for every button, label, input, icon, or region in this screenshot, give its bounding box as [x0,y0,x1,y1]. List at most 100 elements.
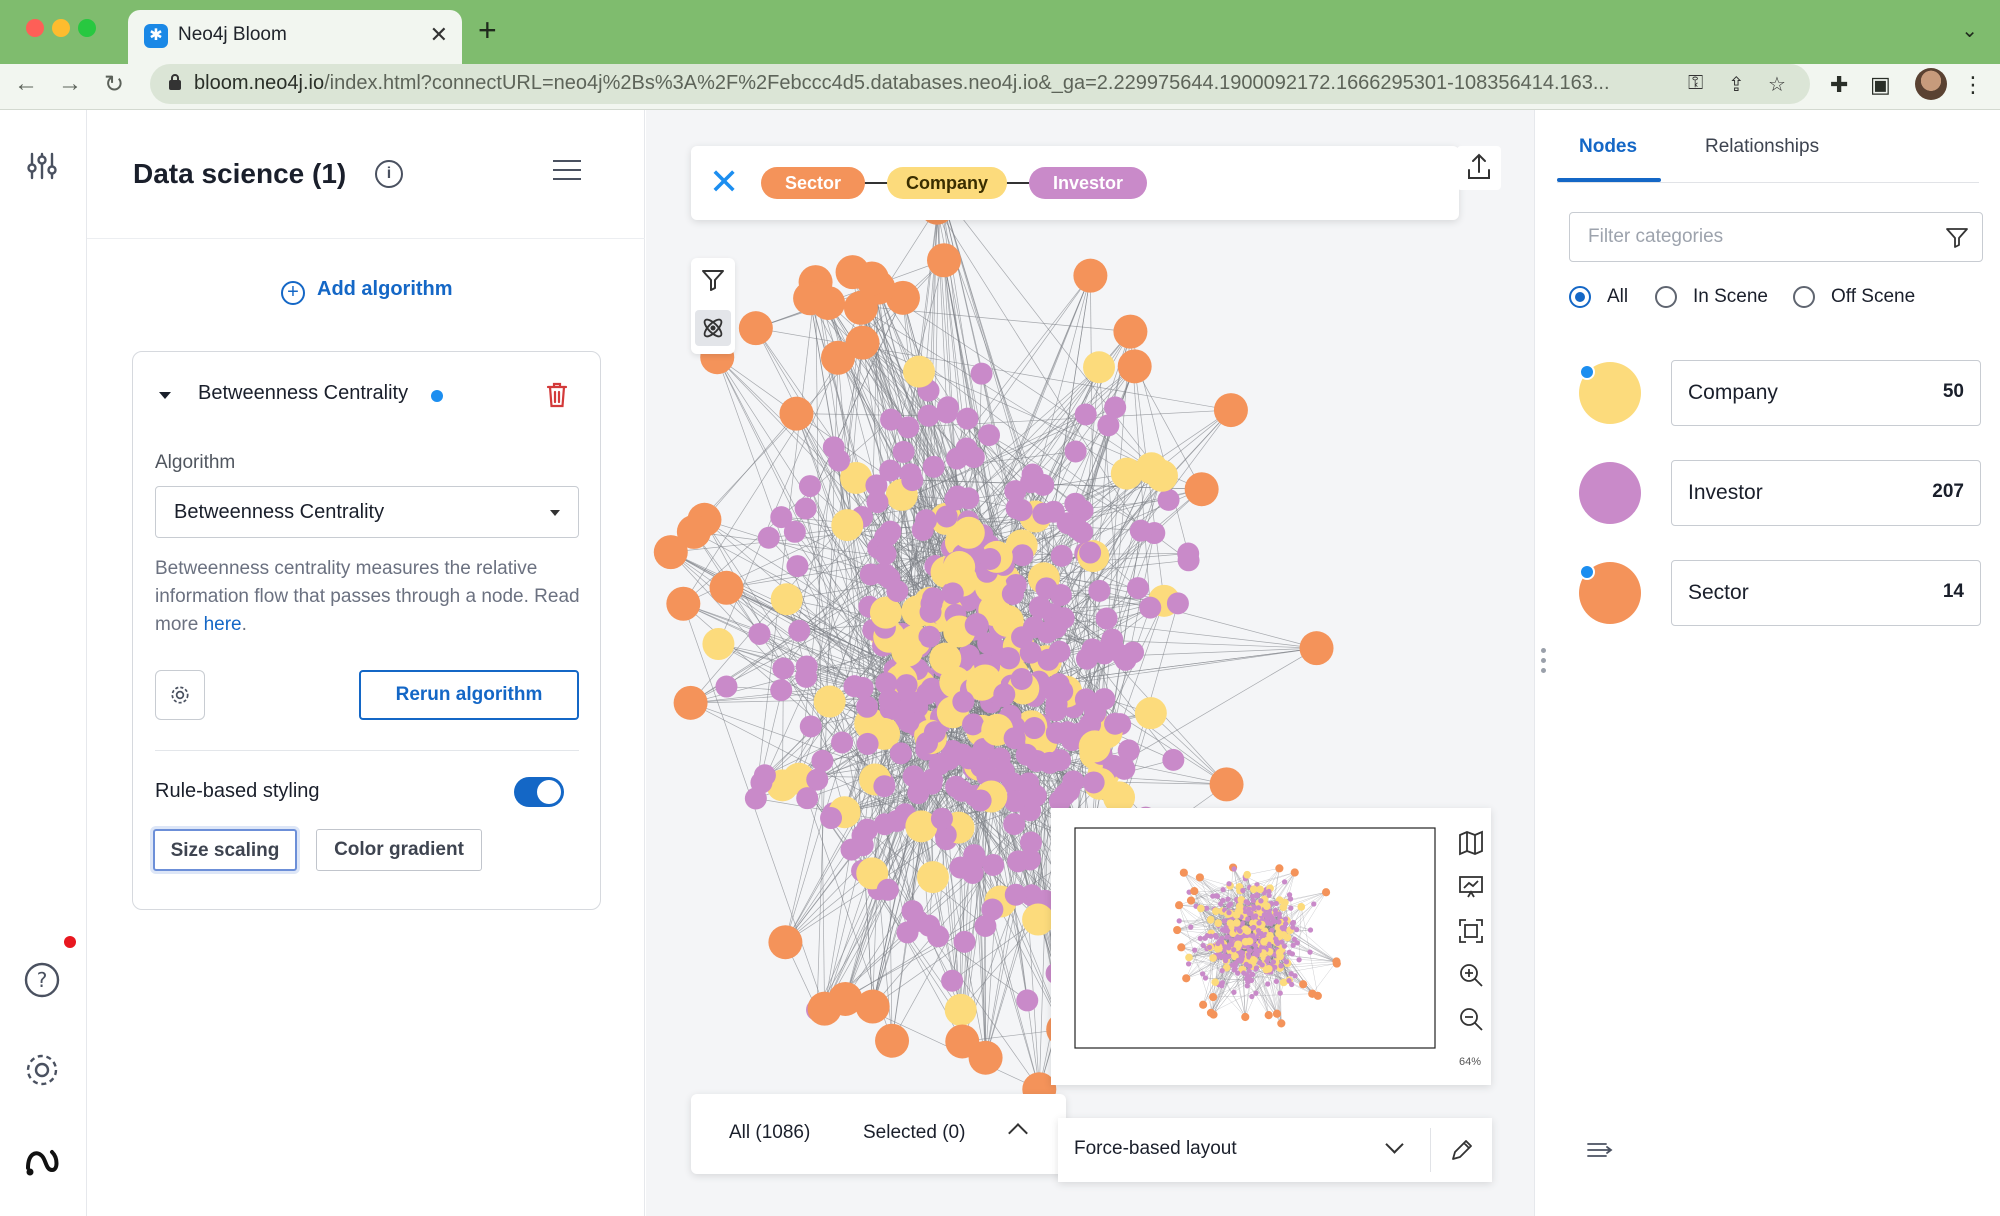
investor-node[interactable] [1266,892,1272,899]
investor-node[interactable] [1237,928,1243,934]
investor-node[interactable] [772,657,795,680]
chevron-up-icon[interactable] [1008,1123,1028,1143]
sector-node[interactable] [845,325,880,360]
investor-node[interactable] [1126,577,1149,600]
sector-node[interactable] [1182,974,1191,983]
investor-node[interactable] [1224,927,1230,934]
investor-node[interactable] [1064,440,1087,463]
sector-node[interactable] [1117,349,1152,384]
company-node[interactable] [944,993,977,1026]
investor-node[interactable] [1200,942,1206,949]
investor-node[interactable] [1245,952,1252,958]
investor-node[interactable] [1272,964,1278,970]
investor-node[interactable] [919,600,942,623]
graph-canvas[interactable]: ✕ Sector Company Investor 64% All (1086)… [646,110,1534,1216]
filter-icon[interactable] [1944,225,1970,251]
investor-node[interactable] [1177,542,1200,565]
investor-node[interactable] [889,742,912,765]
investor-node[interactable] [1176,918,1182,924]
company-node[interactable] [1022,903,1055,936]
investor-node[interactable] [1228,937,1235,943]
back-icon[interactable]: ← [14,70,38,98]
investor-node[interactable] [956,407,979,430]
sector-node[interactable] [1190,887,1199,896]
investor-node[interactable] [1249,993,1255,1000]
company-node[interactable] [1206,915,1215,924]
investor-node[interactable] [993,683,1016,706]
company-node[interactable] [1110,457,1143,490]
investor-node[interactable] [1240,887,1246,894]
investor-node[interactable] [1032,502,1055,525]
bookmark-star-icon[interactable]: ☆ [1768,72,1786,97]
company-node[interactable] [916,861,949,894]
investor-node[interactable] [1235,934,1241,940]
investor-node[interactable] [1286,892,1293,898]
close-window-button[interactable] [26,19,44,37]
investor-node[interactable] [1294,940,1300,946]
investor-node[interactable] [1273,911,1279,917]
sector-node[interactable] [1264,1011,1273,1020]
company-node[interactable] [1243,870,1252,879]
sector-node[interactable] [1308,989,1317,998]
sector-node[interactable] [1073,258,1108,293]
sector-node[interactable] [1206,1008,1216,1017]
company-node[interactable] [770,583,803,616]
sector-node[interactable] [1209,993,1218,1002]
company-node[interactable] [1266,931,1274,940]
company-node[interactable] [1083,351,1116,384]
tab-relationships[interactable]: Relationships [1705,136,1819,158]
sector-node[interactable] [768,925,803,960]
category-investor[interactable]: Investor 207 [1671,460,1981,526]
investor-node[interactable] [1044,616,1067,639]
investor-node[interactable] [1219,968,1225,974]
investor-node[interactable] [874,542,897,565]
help-icon[interactable]: ? [22,960,62,1000]
investor-node[interactable] [1235,957,1241,964]
sector-node[interactable] [1195,873,1204,882]
investor-node[interactable] [1251,906,1257,912]
investor-node[interactable] [1251,924,1257,931]
investor-node[interactable] [1227,901,1234,907]
investor-node[interactable] [1001,582,1024,605]
company-node[interactable] [1241,937,1250,946]
sector-node[interactable] [1275,864,1284,873]
investor-node[interactable] [879,520,902,543]
investor-node[interactable] [952,690,975,713]
investor-node[interactable] [1270,959,1277,965]
investor-node[interactable] [1074,403,1097,426]
investor-node[interactable] [916,682,939,705]
investor-node[interactable] [1188,924,1194,930]
investor-node[interactable] [1113,757,1136,780]
investor-node[interactable] [1243,899,1249,905]
investor-node[interactable] [1311,901,1317,907]
category-sector[interactable]: Sector 14 [1671,560,1981,626]
search-bar[interactable]: ✕ Sector Company Investor [691,146,1459,220]
company-node[interactable] [702,628,735,661]
sector-node[interactable] [1277,1019,1286,1028]
map-icon[interactable] [1456,828,1486,858]
data-science-tool-active[interactable] [695,310,731,346]
investor-node[interactable] [1035,577,1058,600]
color-gradient-button[interactable]: Color gradient [316,829,482,871]
fit-screen-icon[interactable] [1456,916,1486,946]
investor-node[interactable] [1044,677,1067,700]
company-node[interactable] [831,509,864,542]
hamburger-menu-icon[interactable] [553,160,581,187]
filter-categories-input[interactable]: Filter categories [1569,212,1983,262]
investor-node[interactable] [1220,887,1226,893]
investor-node[interactable] [1139,596,1162,619]
sector-node[interactable] [673,685,708,720]
rerun-algorithm-button[interactable]: Rerun algorithm [359,670,579,720]
investor-node[interactable] [786,555,809,578]
investor-node[interactable] [1249,971,1256,978]
pill-investor[interactable]: Investor [1029,167,1147,199]
investor-node[interactable] [753,764,776,787]
sector-node[interactable] [1299,631,1334,666]
investor-node[interactable] [744,787,767,810]
company-node[interactable] [1297,903,1306,911]
company-node[interactable] [1279,931,1288,939]
investor-node[interactable] [1239,950,1246,956]
investor-node[interactable] [1016,989,1039,1012]
sector-node[interactable] [1175,901,1184,910]
layout-selector[interactable]: Force-based layout [1058,1118,1492,1182]
